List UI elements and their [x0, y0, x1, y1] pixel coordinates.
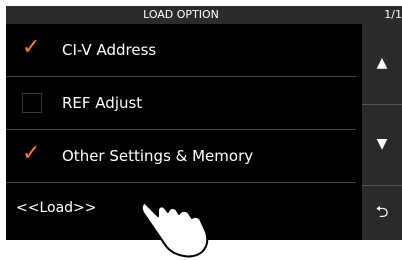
load-label: <<Load>>: [16, 200, 97, 216]
title-bar: LOAD OPTION 1/1: [6, 6, 402, 24]
checkmark-icon: ✓: [22, 35, 41, 60]
return-icon: ⮌: [375, 202, 389, 221]
checkmark-icon: ✓: [22, 141, 41, 166]
down-arrow-icon: ▼: [376, 136, 388, 152]
back-button[interactable]: ⮌: [362, 186, 402, 240]
scroll-down-button[interactable]: ▼: [362, 105, 402, 186]
option-ci-v-address[interactable]: ✓ CI-V Address: [6, 24, 362, 76]
tap-hand-icon: [133, 193, 209, 258]
option-label: REF Adjust: [62, 94, 143, 112]
page-title: LOAD OPTION: [143, 8, 219, 21]
option-ref-adjust[interactable]: REF Adjust: [6, 77, 362, 129]
scroll-up-button[interactable]: ▲: [362, 24, 402, 105]
page-indicator: 1/1: [384, 8, 402, 21]
option-other-settings-memory[interactable]: ✓ Other Settings & Memory: [6, 130, 362, 182]
option-label: Other Settings & Memory: [62, 147, 254, 165]
checkbox-empty-icon: [22, 93, 42, 113]
up-arrow-icon: ▲: [376, 55, 388, 71]
option-label: CI-V Address: [62, 41, 157, 59]
